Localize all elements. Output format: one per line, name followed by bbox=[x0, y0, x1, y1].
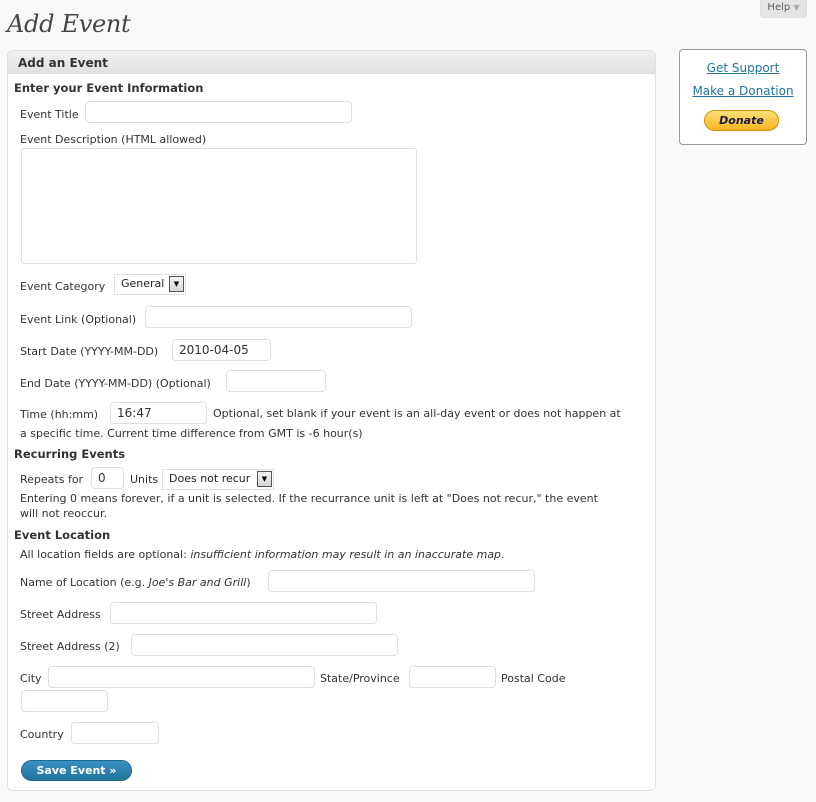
chevron-down-icon: ▼ bbox=[169, 276, 184, 292]
page-title: Add Event bbox=[7, 10, 131, 38]
chevron-down-icon: ▼ bbox=[257, 471, 272, 487]
description-textarea[interactable] bbox=[21, 148, 417, 264]
location-name-example: Joe's Bar and Grill bbox=[148, 576, 247, 589]
street-label: Street Address bbox=[20, 608, 101, 621]
add-event-box: Add an Event Enter your Event Informatio… bbox=[7, 50, 656, 791]
section-location: Event Location bbox=[14, 528, 111, 542]
category-select[interactable]: General ▼ bbox=[114, 274, 186, 295]
recur-note-cont: will not reoccur. bbox=[20, 507, 108, 520]
donate-button[interactable]: Donate bbox=[704, 110, 779, 131]
location-note: All location fields are optional: insuff… bbox=[20, 547, 505, 562]
country-label: Country bbox=[20, 728, 64, 741]
street2-input[interactable] bbox=[131, 634, 398, 656]
location-note-warning: insufficient information may result in a… bbox=[190, 548, 502, 561]
chevron-down-icon: ▼ bbox=[793, 3, 800, 12]
repeats-input[interactable]: 0 bbox=[91, 467, 124, 489]
event-link-input[interactable] bbox=[145, 306, 412, 328]
state-label: State/Province bbox=[320, 672, 400, 685]
category-selected: General bbox=[121, 277, 165, 290]
make-donation-link[interactable]: Make a Donation bbox=[680, 84, 806, 98]
end-date-label: End Date (YYYY-MM-DD) (Optional) bbox=[20, 377, 211, 390]
support-box: Get Support Make a Donation Donate bbox=[679, 49, 807, 145]
get-support-link[interactable]: Get Support bbox=[680, 61, 806, 75]
save-event-button[interactable]: Save Event » bbox=[21, 760, 132, 781]
help-tab[interactable]: Help ▼ bbox=[760, 0, 807, 18]
location-note-end: . bbox=[501, 548, 505, 561]
country-input[interactable] bbox=[71, 722, 159, 744]
location-name-label-b: ) bbox=[246, 576, 251, 589]
city-input[interactable] bbox=[48, 666, 315, 688]
city-label: City bbox=[20, 672, 42, 685]
units-select[interactable]: Does not recur ▼ bbox=[162, 469, 274, 490]
units-selected: Does not recur bbox=[169, 472, 251, 485]
postal-label: Postal Code bbox=[501, 672, 566, 685]
street2-label: Street Address (2) bbox=[20, 640, 120, 653]
time-note: Optional, set blank if your event is an … bbox=[213, 407, 621, 420]
time-note-cont: a specific time. Current time difference… bbox=[20, 427, 363, 440]
location-name-input[interactable] bbox=[268, 570, 535, 592]
end-date-input[interactable] bbox=[226, 370, 326, 392]
state-input[interactable] bbox=[409, 666, 496, 688]
box-title: Add an Event bbox=[8, 51, 655, 74]
section-recurring: Recurring Events bbox=[14, 447, 126, 461]
event-title-input[interactable] bbox=[85, 101, 352, 123]
location-name-label: Name of Location (e.g. Joe's Bar and Gri… bbox=[20, 576, 251, 589]
category-label: Event Category bbox=[20, 280, 106, 293]
start-date-input[interactable]: 2010-04-05 bbox=[172, 339, 271, 361]
units-label: Units bbox=[130, 473, 159, 486]
event-link-label: Event Link (Optional) bbox=[20, 313, 137, 326]
time-input[interactable]: 16:47 bbox=[110, 402, 207, 424]
location-note-text: All location fields are optional: bbox=[20, 548, 191, 561]
street-input[interactable] bbox=[110, 602, 377, 624]
section-event-info: Enter your Event Information bbox=[14, 81, 204, 95]
time-label: Time (hh:mm) bbox=[20, 408, 99, 421]
postal-input[interactable] bbox=[21, 690, 108, 712]
description-label: Event Description (HTML allowed) bbox=[20, 133, 207, 146]
location-name-label-a: Name of Location (e.g. bbox=[20, 576, 149, 589]
recur-note: Entering 0 means forever, if a unit is s… bbox=[20, 492, 598, 505]
start-date-label: Start Date (YYYY-MM-DD) bbox=[20, 345, 159, 358]
help-label: Help bbox=[767, 2, 791, 13]
repeats-label: Repeats for bbox=[20, 473, 84, 486]
event-title-label: Event Title bbox=[20, 108, 79, 121]
